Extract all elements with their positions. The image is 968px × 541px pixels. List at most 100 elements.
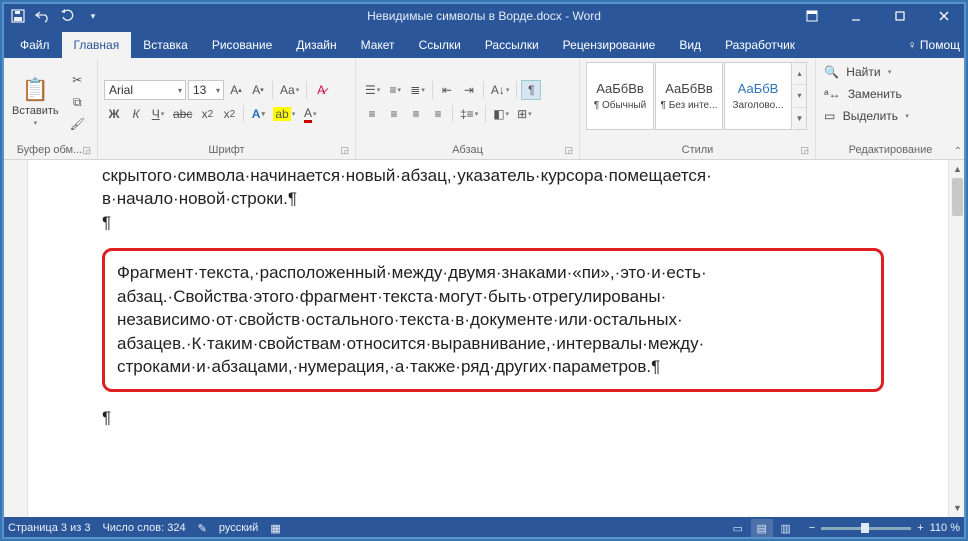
strikethrough-icon[interactable]: abc (170, 104, 195, 124)
group-label: Шрифт◲ (104, 142, 349, 157)
scroll-up-icon[interactable]: ▲ (949, 160, 966, 178)
highlight-icon[interactable]: ab (270, 104, 298, 124)
format-painter-icon[interactable]: 🖌 (67, 114, 88, 134)
style-normal[interactable]: АаБбВв ¶ Обычный (586, 62, 654, 130)
sort-icon[interactable]: A↓ (488, 80, 513, 100)
tab-design[interactable]: Дизайн (284, 32, 348, 58)
group-styles: АаБбВв ¶ Обычный АаБбВв ¶ Без инте... Аа… (580, 58, 816, 159)
macro-icon[interactable]: ▦ (270, 522, 280, 535)
paste-button[interactable]: 📋 Вставить ▾ (8, 62, 63, 142)
justify-icon[interactable]: ≡ (428, 104, 448, 124)
minimize-icon[interactable] (834, 2, 878, 30)
decrease-indent-icon[interactable]: ⇤ (437, 80, 457, 100)
align-right-icon[interactable]: ≡ (406, 104, 426, 124)
select-button[interactable]: ▭ Выделить ▾ (822, 106, 911, 126)
dialog-launcher-icon[interactable]: ◲ (82, 145, 91, 156)
web-layout-icon[interactable]: ▥ (775, 519, 797, 537)
status-bar: Страница 3 из 3 Число слов: 324 ✎ русски… (2, 517, 966, 539)
borders-icon[interactable]: ⊞ (514, 104, 535, 124)
styles-gallery[interactable]: АаБбВв ¶ Обычный АаБбВв ¶ Без инте... Аа… (586, 62, 807, 130)
ribbon-display-options-icon[interactable] (790, 2, 834, 30)
underline-button[interactable]: Ч (148, 104, 168, 124)
collapse-ribbon-icon[interactable]: ⌃ (954, 146, 962, 157)
font-size-combo[interactable]: 13 (188, 80, 224, 100)
body-text[interactable]: скрытого·символа·начинается·новый·абзац,… (88, 164, 898, 429)
paste-icon: 📋 (22, 77, 49, 103)
shading-icon[interactable]: ◧ (490, 104, 512, 124)
font-name-combo[interactable]: Arial (104, 80, 186, 100)
redo-icon[interactable] (56, 5, 80, 27)
dialog-launcher-icon[interactable]: ◲ (800, 145, 809, 156)
group-font: Arial 13 A▴ A▾ Aa A̷ Ж К Ч abc x2 x2 A a… (98, 58, 356, 159)
spellcheck-icon[interactable]: ✎ (198, 522, 207, 535)
zoom-control: − + 110 % (809, 522, 960, 534)
close-icon[interactable] (922, 2, 966, 30)
cut-icon[interactable]: ✂ (67, 70, 88, 90)
print-layout-icon[interactable]: ▤ (751, 519, 773, 537)
word-count[interactable]: Число слов: 324 (102, 522, 185, 534)
subscript-icon[interactable]: x2 (197, 104, 217, 124)
bullets-icon[interactable]: ☰ (362, 80, 383, 100)
align-center-icon[interactable]: ≡ (384, 104, 404, 124)
document-area: скрытого·символа·начинается·новый·абзац,… (2, 160, 966, 517)
replace-button[interactable]: ᵃ↔ Заменить (822, 84, 911, 104)
font-color-icon[interactable]: A (300, 104, 320, 124)
text-effects-icon[interactable]: A (248, 104, 268, 124)
superscript-icon[interactable]: x2 (219, 104, 239, 124)
zoom-in-icon[interactable]: + (917, 522, 923, 534)
bold-button[interactable]: Ж (104, 104, 124, 124)
tab-file[interactable]: Файл (8, 32, 62, 58)
scroll-thumb[interactable] (952, 178, 963, 216)
scroll-track[interactable] (949, 178, 966, 499)
paste-label: Вставить (12, 105, 59, 117)
style-heading1[interactable]: АаБбВ Заголово... (724, 62, 792, 130)
text-line: строками·и·абзацами,·нумерация,·а·также·… (117, 355, 869, 378)
maximize-icon[interactable] (878, 2, 922, 30)
tab-review[interactable]: Рецензирование (551, 32, 668, 58)
italic-button[interactable]: К (126, 104, 146, 124)
tab-insert[interactable]: Вставка (131, 32, 200, 58)
tab-layout[interactable]: Макет (349, 32, 407, 58)
gallery-scroll[interactable]: ▴▾▼ (793, 62, 807, 130)
copy-icon[interactable]: ⧉ (67, 92, 88, 112)
dialog-launcher-icon[interactable]: ◲ (340, 145, 349, 156)
qat-customize-icon[interactable]: ▾ (81, 5, 105, 27)
tab-help[interactable]: ♀ Помощ (896, 32, 966, 58)
text-line: независимо·от·свойств·остального·текста·… (117, 308, 869, 331)
highlight-box: Фрагмент·текста,·расположенный·между·дву… (102, 248, 884, 391)
zoom-knob[interactable] (861, 523, 869, 533)
vertical-ruler[interactable] (2, 160, 28, 517)
align-left-icon[interactable]: ≡ (362, 104, 382, 124)
shrink-font-icon[interactable]: A▾ (248, 80, 268, 100)
language-indicator[interactable]: русский (219, 522, 258, 534)
tab-draw[interactable]: Рисование (200, 32, 284, 58)
clear-formatting-icon[interactable]: A̷ (311, 80, 331, 100)
numbering-icon[interactable]: ≡ (385, 80, 405, 100)
save-icon[interactable] (6, 5, 30, 27)
multilevel-list-icon[interactable]: ≣ (407, 80, 428, 100)
dialog-launcher-icon[interactable]: ◲ (564, 145, 573, 156)
tab-developer[interactable]: Разработчик (713, 32, 807, 58)
pilcrow: ¶ (102, 406, 884, 429)
tab-view[interactable]: Вид (667, 32, 713, 58)
grow-font-icon[interactable]: A▴ (226, 80, 246, 100)
increase-indent-icon[interactable]: ⇥ (459, 80, 479, 100)
tab-home[interactable]: Главная (62, 32, 132, 58)
page-indicator[interactable]: Страница 3 из 3 (8, 522, 90, 534)
zoom-slider[interactable] (821, 527, 911, 530)
style-no-spacing[interactable]: АаБбВв ¶ Без инте... (655, 62, 723, 130)
text-line: в·начало·новой·строки.¶ (102, 187, 884, 210)
zoom-level[interactable]: 110 % (930, 522, 960, 534)
find-button[interactable]: 🔍 Найти ▾ (822, 62, 911, 82)
read-mode-icon[interactable]: ▭ (727, 519, 749, 537)
line-spacing-icon[interactable]: ‡≡ (457, 104, 481, 124)
scroll-down-icon[interactable]: ▼ (949, 499, 966, 517)
change-case-icon[interactable]: Aa (277, 80, 302, 100)
tab-references[interactable]: Ссылки (407, 32, 473, 58)
document-canvas[interactable]: скрытого·символа·начинается·новый·абзац,… (28, 160, 948, 517)
zoom-out-icon[interactable]: − (809, 522, 815, 534)
show-hide-marks-icon[interactable]: ¶ (521, 80, 541, 100)
tab-mailings[interactable]: Рассылки (473, 32, 551, 58)
undo-icon[interactable] (31, 5, 55, 27)
vertical-scrollbar[interactable]: ▲ ▼ (948, 160, 966, 517)
